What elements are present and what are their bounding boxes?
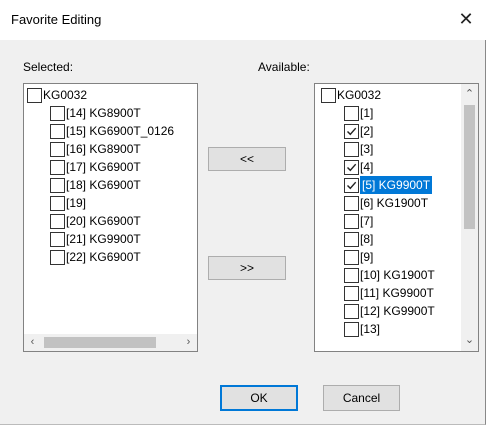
ok-button[interactable]: OK — [220, 385, 298, 411]
checkbox[interactable] — [321, 88, 336, 103]
checkbox[interactable] — [344, 214, 359, 229]
checkbox[interactable] — [344, 322, 359, 337]
scroll-up-icon[interactable]: ⌃ — [461, 86, 478, 103]
scroll-thumb[interactable] — [44, 337, 156, 348]
scroll-left-icon[interactable]: ‹ — [24, 334, 41, 351]
checkbox[interactable] — [27, 88, 42, 103]
scroll-right-icon[interactable]: › — [180, 334, 197, 351]
checkbox[interactable] — [50, 250, 65, 265]
checkbox[interactable] — [50, 232, 65, 247]
checkbox[interactable] — [344, 232, 359, 247]
horizontal-scrollbar[interactable]: ‹ › — [24, 334, 197, 351]
selected-label: Selected: — [23, 60, 74, 74]
checkbox[interactable] — [344, 142, 359, 157]
checkbox[interactable] — [50, 142, 65, 157]
checkbox[interactable] — [344, 106, 359, 121]
cancel-button[interactable]: Cancel — [323, 385, 400, 411]
move-right-button[interactable]: >> — [208, 256, 286, 280]
move-left-button[interactable]: << — [208, 147, 286, 171]
scroll-down-icon[interactable]: ⌄ — [461, 332, 478, 349]
checkbox[interactable] — [50, 178, 65, 193]
checkbox[interactable] — [344, 250, 359, 265]
checked-checkbox[interactable] — [344, 124, 359, 139]
checkbox[interactable] — [50, 196, 65, 211]
selected-tree[interactable]: KG0032 [14] KG8900T [15] KG6900T_0126 [16]… — [23, 83, 198, 352]
checkbox[interactable] — [50, 124, 65, 139]
checked-checkbox[interactable] — [344, 160, 359, 175]
available-tree[interactable]: KG0032 [1] [2] [3] [4] [5] KG9900T [6] KG1900… — [314, 83, 479, 352]
vertical-scrollbar[interactable]: ⌃ ⌄ — [461, 84, 478, 351]
checkbox[interactable] — [50, 214, 65, 229]
scroll-thumb[interactable] — [464, 105, 475, 229]
checkbox[interactable] — [344, 268, 359, 283]
checkbox[interactable] — [344, 286, 359, 301]
checkbox[interactable] — [50, 106, 65, 121]
close-icon[interactable]: ✕ — [454, 6, 478, 32]
available-label: Available: — [258, 60, 310, 74]
checkbox[interactable] — [50, 160, 65, 175]
checkbox[interactable] — [344, 196, 359, 211]
dialog-title: Favorite Editing — [11, 12, 102, 27]
checkbox[interactable] — [344, 304, 359, 319]
title-bar: Favorite Editing ✕ — [0, 0, 486, 40]
favorite-editing-dialog: Favorite Editing ✕ Selected: Available: … — [0, 0, 486, 425]
checked-checkbox[interactable] — [344, 178, 359, 193]
